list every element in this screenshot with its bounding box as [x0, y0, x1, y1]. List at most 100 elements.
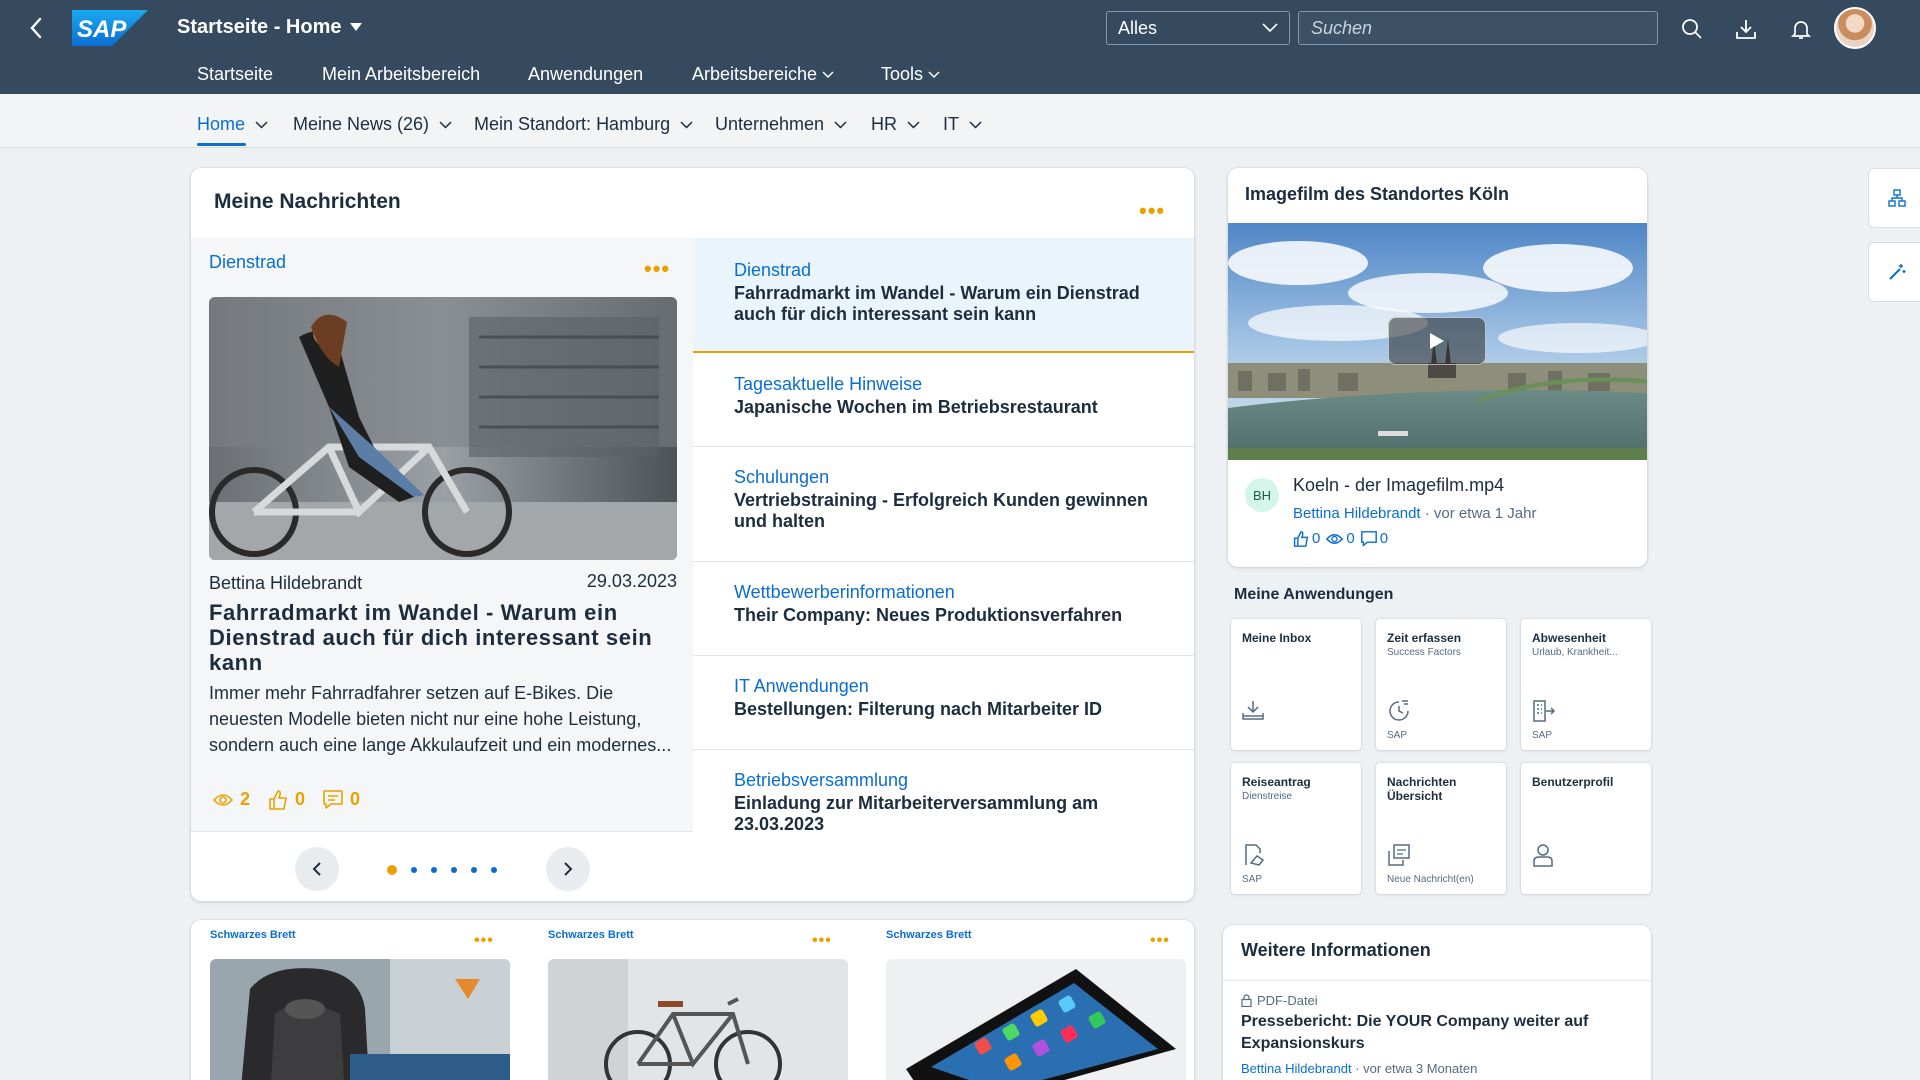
carousel-dot[interactable] [431, 867, 437, 873]
shell-header: SAP Startseite - Home Alles Startseite M… [0, 0, 1920, 94]
bulletin-board-item: Schwarzes Brett ••• [529, 920, 848, 1080]
active-tab-indicator [197, 143, 246, 146]
chevron-down-icon [822, 70, 834, 78]
sap-logo[interactable]: SAP [72, 10, 148, 46]
app-tile-footer: SAP [1532, 730, 1553, 741]
comments-count: 0 [350, 789, 361, 809]
nav-startseite[interactable]: Startseite [197, 64, 273, 85]
sitemap-button[interactable] [1868, 168, 1920, 228]
carousel-prev-button[interactable] [295, 847, 339, 891]
search-input[interactable] [1298, 11, 1658, 45]
news-item-title: Fahrradmarkt im Wandel - Warum ein Diens… [734, 283, 1140, 324]
video-thumbnail[interactable] [1228, 223, 1647, 460]
document-type: PDF-Datei [1241, 993, 1318, 1008]
document-author-link[interactable]: Bettina Hildebrandt [1241, 1061, 1352, 1076]
video-likes[interactable]: 0 [1293, 530, 1320, 547]
tab-hr[interactable]: HR [871, 114, 920, 135]
carousel-dot[interactable] [471, 867, 477, 873]
likes-count: 0 [295, 789, 306, 809]
nav-tools[interactable]: Tools [881, 64, 940, 85]
news-list-item[interactable]: IT Anwendungen Bestellungen: Filterung n… [693, 656, 1194, 750]
bulletin-category[interactable]: Schwarzes Brett [548, 929, 634, 941]
play-icon [1430, 333, 1444, 349]
top-navigation: Startseite Mein Arbeitsbereich Anwendung… [0, 58, 1920, 92]
svg-text:SAP: SAP [77, 16, 127, 43]
app-tile-reiseantrag[interactable]: Reiseantrag Dienstreise SAP [1231, 763, 1361, 894]
document-title[interactable]: Pressebericht: Die YOUR Company weiter a… [1241, 1011, 1631, 1055]
video-comments[interactable]: 0 [1360, 530, 1389, 547]
views-stat: 2 [213, 789, 250, 810]
tab-unternehmen[interactable]: Unternehmen [715, 114, 847, 135]
carousel-dot[interactable] [491, 867, 497, 873]
back-icon[interactable] [22, 14, 50, 42]
video-comments-count: 0 [1379, 530, 1389, 547]
featured-news-more-button[interactable]: ••• [644, 258, 670, 280]
nav-arbeitsbereiche[interactable]: Arbeitsbereiche [692, 64, 834, 85]
chevron-down-icon [969, 120, 982, 129]
search-scope-select[interactable]: Alles [1106, 11, 1290, 45]
bulletin-category[interactable]: Schwarzes Brett [886, 929, 972, 941]
app-tile-nachrichten[interactable]: Nachrichten Übersicht Neue Nachricht(en) [1376, 763, 1506, 894]
app-tile-title: Meine Inbox [1242, 631, 1312, 645]
video-age: · vor etwa 1 Jahr [1424, 505, 1537, 522]
news-item-title: Their Company: Neues Produktionsverfahre… [734, 605, 1123, 625]
tab-it[interactable]: IT [943, 114, 982, 135]
app-tile-benutzerprofil[interactable]: Benutzerprofil [1521, 763, 1651, 894]
likes-stat[interactable]: 0 [268, 789, 305, 810]
nav-anwendungen[interactable]: Anwendungen [528, 64, 643, 85]
video-filename[interactable]: Koeln - der Imagefilm.mp4 [1293, 475, 1504, 496]
news-item-category: Tagesaktuelle Hinweise [734, 374, 923, 394]
tab-meine-news[interactable]: Meine News (26) [293, 114, 452, 135]
news-list-item[interactable]: Wettbewerberinformationen Their Company:… [693, 562, 1194, 656]
video-likes-count: 0 [1312, 530, 1321, 547]
bulletin-image-childseat[interactable] [210, 959, 510, 1080]
app-tile-footer: SAP [1242, 874, 1263, 885]
carousel-dot[interactable] [387, 865, 397, 875]
app-tile-inbox[interactable]: Meine Inbox [1231, 619, 1361, 750]
featured-news-category[interactable]: Dienstrad [209, 252, 286, 273]
app-tile-zeit-erfassen[interactable]: Zeit erfassen Success Factors SAP [1376, 619, 1506, 750]
carousel-dot[interactable] [451, 867, 457, 873]
carousel-indicator[interactable] [387, 865, 497, 875]
featured-news-date: 29.03.2023 [586, 571, 677, 591]
featured-news[interactable]: Dienstrad ••• Bettina Hildebrandt 29.03.… [191, 238, 693, 831]
news-list-item[interactable]: Betriebsversammlung Einladung zur Mitarb… [693, 750, 1194, 860]
bulletin-more-button[interactable]: ••• [1150, 933, 1170, 949]
featured-news-image[interactable] [209, 297, 677, 560]
news-list-item[interactable]: Tagesaktuelle Hinweise Japanische Wochen… [693, 353, 1194, 447]
carousel-dot[interactable] [411, 867, 417, 873]
news-item-category: Betriebsversammlung [734, 770, 909, 790]
news-carousel [191, 831, 693, 901]
comments-stat[interactable]: 0 [323, 789, 360, 810]
chevron-down-icon [1262, 23, 1278, 33]
app-title-menu[interactable]: Startseite - Home [177, 14, 362, 40]
bulletin-category[interactable]: Schwarzes Brett [210, 929, 296, 941]
user-avatar[interactable] [1834, 7, 1876, 49]
document-type-label: PDF-Datei [1257, 993, 1318, 1008]
magic-wand-button[interactable] [1868, 242, 1920, 302]
app-tile-subtitle: Urlaub, Krankheit... [1532, 647, 1618, 658]
news-card-more-button[interactable]: ••• [1139, 200, 1165, 222]
featured-news-title[interactable]: Fahrradmarkt im Wandel - Warum ein Diens… [209, 600, 671, 675]
bulletin-image-smartphone[interactable] [886, 959, 1186, 1080]
tab-mein-standort[interactable]: Mein Standort: Hamburg [474, 114, 693, 135]
news-list-item[interactable]: Dienstrad Fahrradmarkt im Wandel - Warum… [693, 238, 1194, 353]
download-icon[interactable] [1731, 14, 1761, 44]
carousel-next-button[interactable] [546, 847, 590, 891]
news-item-category: Wettbewerberinformationen [734, 582, 955, 602]
chevron-down-icon [907, 120, 920, 129]
sitemap-icon [1888, 189, 1906, 207]
bulletin-more-button[interactable]: ••• [812, 933, 832, 949]
video-author-link[interactable]: Bettina Hildebrandt [1293, 505, 1421, 522]
bell-icon[interactable] [1786, 14, 1816, 44]
nav-mein-arbeitsbereich[interactable]: Mein Arbeitsbereich [322, 64, 480, 85]
app-tile-abwesenheit[interactable]: Abwesenheit Urlaub, Krankheit... SAP [1521, 619, 1651, 750]
tab-home[interactable]: Home [197, 114, 268, 135]
bulletin-image-bicycle[interactable] [548, 959, 848, 1080]
news-list-item[interactable]: Schulungen Vertriebstraining - Erfolgrei… [693, 447, 1194, 562]
video-card: Imagefilm des Standortes Köln BH Koeln -… [1228, 168, 1647, 567]
search-icon[interactable] [1677, 14, 1707, 44]
info-card-title: Weitere Informationen [1241, 940, 1431, 960]
bulletin-more-button[interactable]: ••• [474, 933, 494, 949]
play-button[interactable] [1388, 317, 1486, 365]
